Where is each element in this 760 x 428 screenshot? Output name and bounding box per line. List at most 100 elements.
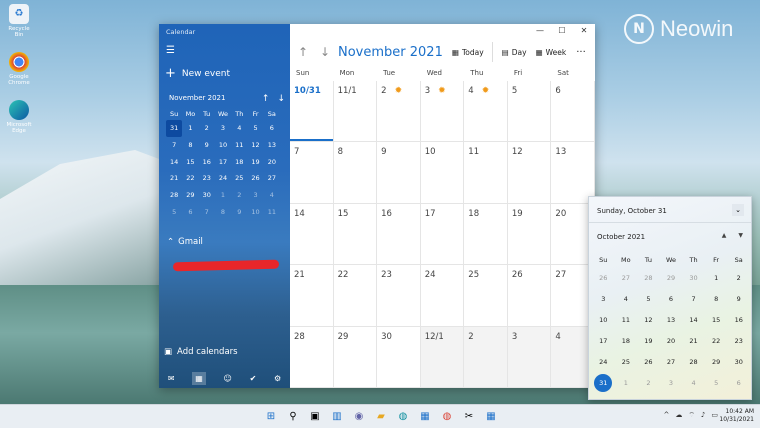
mini-calendar-day[interactable]: 14: [166, 153, 182, 170]
flyout-day[interactable]: 25: [615, 351, 638, 372]
flyout-day[interactable]: 1: [705, 267, 728, 288]
mini-calendar-day[interactable]: 30: [199, 187, 215, 204]
flyout-day[interactable]: 7: [682, 288, 705, 309]
flyout-day[interactable]: 1: [615, 372, 638, 393]
mini-calendar-day[interactable]: 6: [264, 120, 280, 137]
day-cell[interactable]: 21: [290, 265, 334, 327]
mini-calendar-day[interactable]: 11: [231, 137, 247, 154]
next-month-arrow-icon[interactable]: ↓: [316, 45, 334, 59]
mini-calendar-day[interactable]: 7: [199, 203, 215, 220]
day-cell[interactable]: 30: [377, 326, 421, 388]
taskbar-clock[interactable]: 10:42 AM 10/31/2021: [719, 408, 754, 424]
mini-calendar-month[interactable]: November 2021: [169, 94, 225, 104]
mini-calendar-day[interactable]: 9: [231, 203, 247, 220]
onedrive-icon[interactable]: ☁: [675, 411, 682, 420]
flyout-day[interactable]: 30: [727, 351, 750, 372]
mini-calendar-day[interactable]: 20: [264, 153, 280, 170]
chrome-taskbar-icon[interactable]: ◍: [440, 409, 454, 423]
day-cell[interactable]: 12: [507, 142, 552, 204]
day-cell[interactable]: 10/31: [290, 81, 334, 143]
battery-icon[interactable]: ▭: [711, 411, 718, 420]
chrome-shortcut[interactable]: Google Chrome: [4, 52, 34, 86]
flyout-day[interactable]: 26: [637, 351, 660, 372]
calendar-icon[interactable]: ▦: [192, 371, 206, 385]
day-cell[interactable]: 22: [333, 265, 378, 327]
day-cell[interactable]: 12/1: [420, 326, 465, 388]
mini-calendar-day[interactable]: 19: [247, 153, 263, 170]
today-button[interactable]: ▦ Today: [452, 48, 484, 57]
flyout-day[interactable]: 19: [637, 330, 660, 351]
mini-calendar-day[interactable]: 17: [215, 153, 231, 170]
mini-calendar-day[interactable]: 23: [199, 170, 215, 187]
mini-calendar-day[interactable]: 2: [231, 187, 247, 204]
new-event-button[interactable]: + New event: [165, 67, 230, 80]
mini-calendar-day[interactable]: 29: [182, 187, 198, 204]
flyout-day[interactable]: 4: [682, 372, 705, 393]
flyout-day[interactable]: 13: [660, 309, 683, 330]
mini-calendar-day[interactable]: 31: [166, 120, 183, 137]
week-view-button[interactable]: ▦ Week: [536, 48, 567, 57]
task-view-icon[interactable]: ▣: [308, 409, 322, 423]
day-cell[interactable]: 19: [507, 203, 552, 266]
mini-calendar-day[interactable]: 15: [182, 153, 198, 170]
settings-gear-icon[interactable]: ⚙: [274, 374, 281, 383]
day-cell[interactable]: 7: [290, 142, 334, 204]
mini-calendar-day[interactable]: 1: [182, 120, 198, 137]
flyout-day[interactable]: 27: [615, 267, 638, 288]
flyout-day[interactable]: 26: [592, 267, 615, 288]
start-windows-icon[interactable]: ⊞: [264, 409, 278, 423]
flyout-day[interactable]: 6: [660, 288, 683, 309]
mini-calendar-day[interactable]: 9: [199, 137, 215, 154]
mini-calendar-day[interactable]: 5: [247, 120, 263, 137]
flyout-day[interactable]: 29: [660, 267, 683, 288]
flyout-day[interactable]: 15: [705, 309, 728, 330]
flyout-day[interactable]: 10: [592, 309, 615, 330]
day-cell[interactable]: 29: [333, 326, 378, 388]
day-cell[interactable]: 17: [420, 203, 465, 266]
mini-calendar-day[interactable]: 13: [264, 137, 280, 154]
close-icon[interactable]: ✕: [573, 24, 595, 38]
flyout-day[interactable]: 8: [705, 288, 728, 309]
flyout-day[interactable]: 29: [705, 351, 728, 372]
more-options-icon[interactable]: ···: [576, 47, 586, 58]
day-cell[interactable]: 10: [420, 142, 465, 204]
mini-calendar-day[interactable]: 7: [166, 137, 182, 154]
hamburger-menu-icon[interactable]: ☰: [166, 45, 175, 56]
flyout-prev-icon[interactable]: ▲: [722, 232, 727, 239]
flyout-day[interactable]: 4: [615, 288, 638, 309]
day-cell[interactable]: 15: [333, 203, 378, 266]
search-icon[interactable]: ⚲: [286, 409, 300, 423]
flyout-day[interactable]: 28: [682, 351, 705, 372]
mini-prev-arrow-icon[interactable]: ↑: [262, 94, 270, 104]
mini-calendar-day[interactable]: 3: [215, 120, 231, 137]
snipping-tool-icon[interactable]: ✂: [462, 409, 476, 423]
widgets-icon[interactable]: ▥: [330, 409, 344, 423]
add-calendars-button[interactable]: ▣ Add calendars: [164, 347, 238, 357]
mini-calendar-day[interactable]: 4: [264, 187, 280, 204]
mini-calendar-day[interactable]: 6: [182, 203, 198, 220]
mini-calendar-day[interactable]: 25: [231, 170, 247, 187]
flyout-day[interactable]: 5: [637, 288, 660, 309]
flyout-day[interactable]: 6: [727, 372, 750, 393]
flyout-day[interactable]: 24: [592, 351, 615, 372]
day-cell[interactable]: 6: [551, 81, 595, 143]
store-icon[interactable]: ▦: [418, 409, 432, 423]
day-cell[interactable]: 2 ✹: [377, 81, 421, 143]
mini-next-arrow-icon[interactable]: ↓: [277, 94, 285, 104]
mini-calendar-day[interactable]: 8: [182, 137, 198, 154]
flyout-day[interactable]: 3: [660, 372, 683, 393]
day-cell[interactable]: 24: [420, 265, 465, 327]
flyout-day[interactable]: 17: [592, 330, 615, 351]
mini-calendar-day[interactable]: 12: [247, 137, 263, 154]
volume-icon[interactable]: ♪: [701, 411, 705, 420]
account-gmail[interactable]: ⌃ Gmail: [167, 237, 203, 247]
network-icon[interactable]: ⌔: [688, 411, 695, 420]
mini-calendar-day[interactable]: 3: [247, 187, 263, 204]
day-cell[interactable]: 4 ✹: [464, 81, 508, 143]
calendar-taskbar-icon[interactable]: ▦: [484, 409, 498, 423]
flyout-next-icon[interactable]: ▼: [738, 232, 743, 239]
mini-calendar-day[interactable]: 26: [247, 170, 263, 187]
maximize-icon[interactable]: ☐: [551, 24, 573, 38]
mini-calendar-day[interactable]: 18: [231, 153, 247, 170]
day-view-button[interactable]: ▤ Day: [502, 48, 527, 57]
